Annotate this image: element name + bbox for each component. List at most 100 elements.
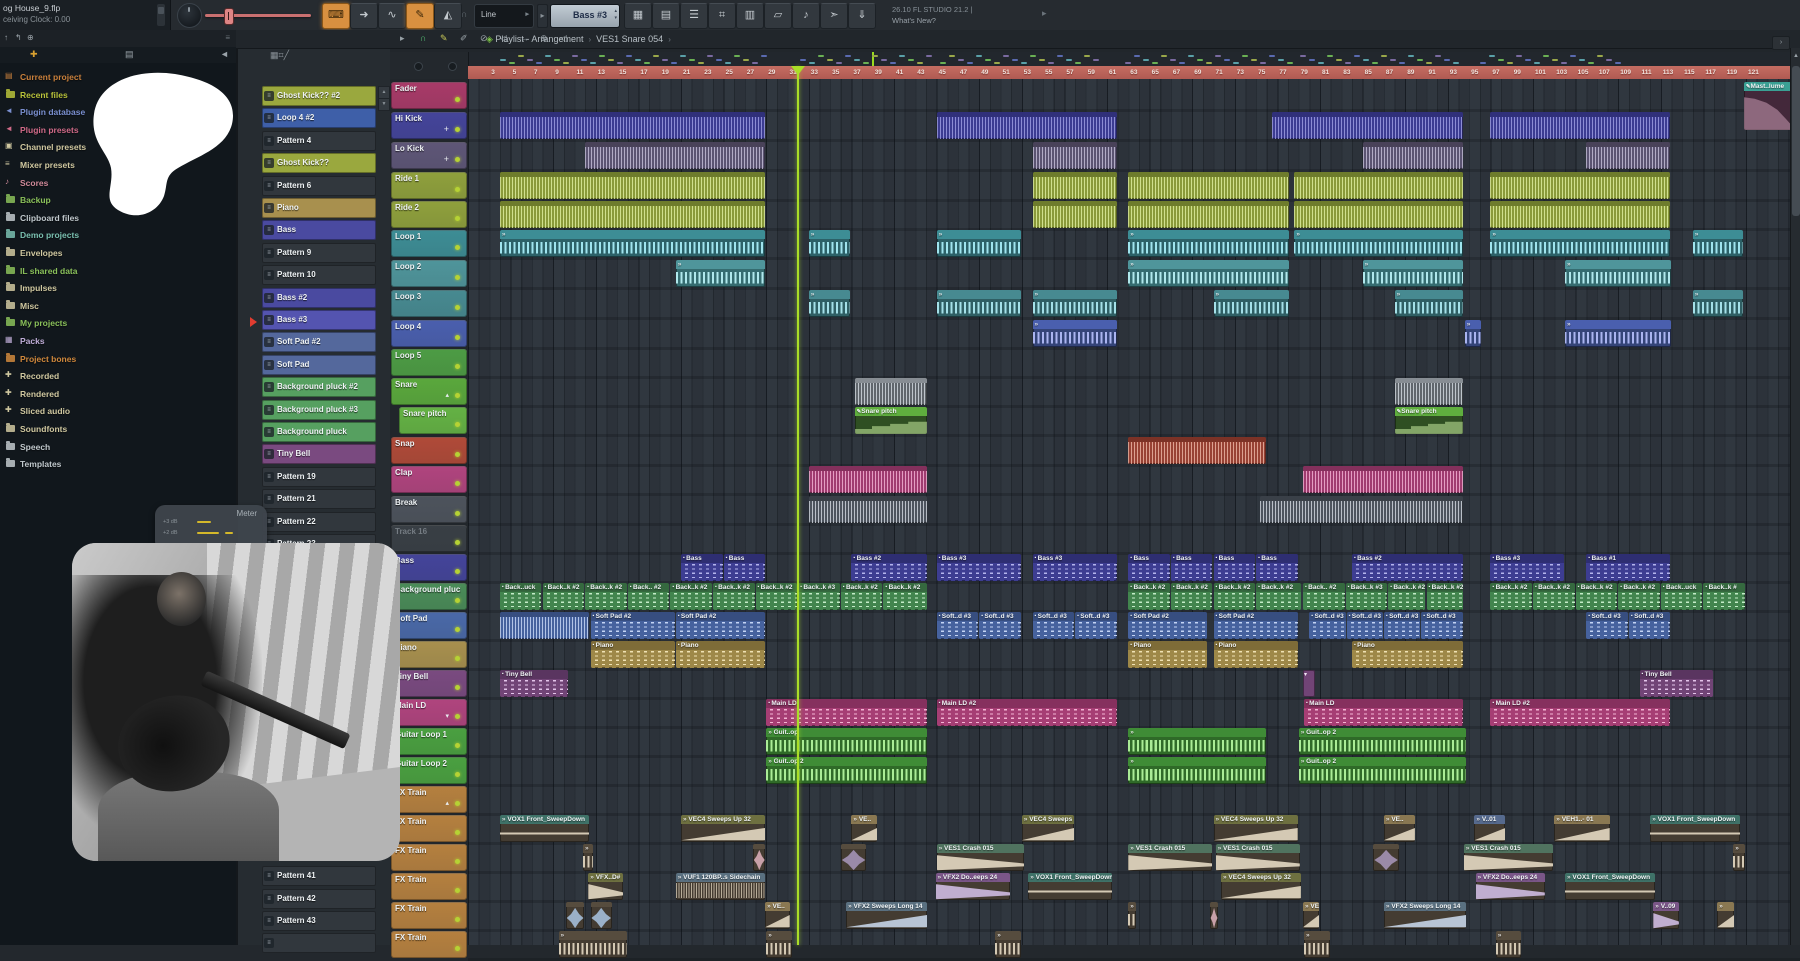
clip[interactable] bbox=[1490, 172, 1670, 199]
pattern-item[interactable]: ≡Ghost Kick?? bbox=[262, 153, 376, 173]
playhead-marker[interactable] bbox=[791, 66, 805, 75]
clip[interactable]: VOX1 Front_SweepDown bbox=[1565, 873, 1655, 900]
clip[interactable] bbox=[1260, 496, 1462, 523]
metronome-button[interactable]: ◭ bbox=[434, 3, 462, 29]
clip[interactable]: V..09 bbox=[1653, 902, 1679, 929]
clip[interactable]: VFX2 Sweeps Long 14 bbox=[1384, 902, 1466, 929]
clip[interactable]: Snare pitch bbox=[1395, 407, 1463, 434]
link-button[interactable]: ✎ bbox=[406, 3, 434, 29]
piano-roll-panel-button[interactable]: ▤ bbox=[652, 3, 680, 29]
clip[interactable]: Back..k #2 bbox=[841, 583, 883, 610]
clip[interactable]: Soft Pad #2 bbox=[591, 612, 675, 639]
add-icon[interactable]: + bbox=[444, 124, 449, 134]
clip[interactable]: VE.. bbox=[1303, 902, 1319, 929]
clip[interactable]: Bass bbox=[1171, 554, 1213, 581]
clip[interactable] bbox=[1033, 172, 1117, 199]
clip[interactable]: Main LD #2 bbox=[1490, 699, 1670, 726]
mixer-panel-button[interactable]: ⌗ bbox=[708, 3, 736, 29]
clip[interactable]: VES1 Crash 015 bbox=[1216, 844, 1300, 871]
clip[interactable] bbox=[1214, 290, 1290, 317]
track-led[interactable] bbox=[455, 627, 460, 632]
clip[interactable]: Soft..d #3 bbox=[1586, 612, 1628, 639]
pattern-mode-button[interactable]: ▸ bbox=[537, 4, 548, 28]
clip[interactable]: VFX2 Do..eeps 24 bbox=[1476, 873, 1545, 900]
collapse-icon[interactable]: ▴ bbox=[445, 391, 449, 399]
pattern-selector[interactable]: Bass #3 ▴▾ bbox=[550, 4, 620, 28]
track-led[interactable] bbox=[455, 481, 460, 486]
clip[interactable] bbox=[809, 290, 851, 317]
playback-icon[interactable]: ◁ bbox=[560, 33, 567, 44]
clip[interactable]: ▾ bbox=[1303, 670, 1315, 697]
track-header[interactable]: FX Train▴ bbox=[391, 786, 467, 813]
pattern-item[interactable]: ≡Pattern 10 bbox=[262, 265, 376, 285]
track-led[interactable] bbox=[455, 772, 460, 777]
pattern-item[interactable]: ≡Soft Pad #2 bbox=[262, 332, 376, 352]
browser-item[interactable]: Project bones bbox=[4, 352, 232, 367]
line-icon[interactable]: ╱ bbox=[284, 50, 289, 60]
track-header[interactable]: Ride 2 bbox=[391, 201, 467, 228]
clip[interactable]: VES1 Crash 015 bbox=[1464, 844, 1554, 871]
clip[interactable]: Back..k #2 bbox=[1427, 583, 1463, 610]
clip[interactable]: Guit..op 2 bbox=[1299, 728, 1466, 755]
clip[interactable] bbox=[1490, 112, 1670, 139]
clip[interactable]: Piano bbox=[676, 641, 766, 668]
clip[interactable] bbox=[1693, 290, 1743, 317]
collapse-icon[interactable]: ▾ bbox=[445, 712, 449, 720]
browser-item[interactable]: ✚Rendered bbox=[4, 387, 232, 402]
pattern-item[interactable]: ≡Bass bbox=[262, 220, 376, 240]
browser-panel-button[interactable]: ▥ bbox=[736, 3, 764, 29]
mute-icon[interactable]: ◁ bbox=[500, 33, 507, 44]
clip[interactable]: Back..uck bbox=[1661, 583, 1703, 610]
paint-icon[interactable]: ✐ bbox=[460, 33, 468, 44]
clip[interactable]: VFX2 Do..eeps 24 bbox=[936, 873, 1011, 900]
clip[interactable] bbox=[1363, 260, 1463, 287]
clip[interactable]: Tiny Bell bbox=[500, 670, 568, 697]
pattern-spinner[interactable]: ▴▾ bbox=[614, 8, 617, 22]
clip[interactable]: Piano bbox=[591, 641, 675, 668]
clip[interactable]: Back..k #2 bbox=[1618, 583, 1660, 610]
browser-item[interactable]: Demo projects bbox=[4, 228, 232, 243]
clip[interactable]: Back..k #2 bbox=[1128, 583, 1170, 610]
clip[interactable] bbox=[1128, 260, 1289, 287]
track-header[interactable]: Ride 1 bbox=[391, 172, 467, 199]
clip[interactable]: Soft Pad #2 bbox=[676, 612, 766, 639]
pattern-item[interactable]: ≡Pattern 22 bbox=[262, 512, 376, 532]
clip[interactable] bbox=[753, 844, 765, 871]
clip[interactable]: Bass #3 bbox=[1490, 554, 1564, 581]
step-arrow-button[interactable]: ➜ bbox=[350, 3, 378, 29]
clip[interactable]: Back.. #2 bbox=[628, 583, 670, 610]
clip[interactable]: Guit..op 2 bbox=[766, 757, 927, 784]
clip[interactable] bbox=[1128, 757, 1266, 784]
clip[interactable]: VE.. bbox=[851, 815, 877, 842]
clip[interactable]: Piano bbox=[1214, 641, 1298, 668]
typing-keyboard-button[interactable]: ⌨ bbox=[322, 3, 350, 29]
track-header[interactable]: Loop 5 bbox=[391, 349, 467, 376]
track-led[interactable] bbox=[455, 511, 460, 516]
arrangement-overview[interactable] bbox=[468, 52, 1800, 67]
browser-item[interactable]: Speech bbox=[4, 440, 232, 455]
pattern-item[interactable]: ≡Pattern 6 bbox=[262, 176, 376, 196]
browser-item[interactable]: Envelopes bbox=[4, 246, 232, 261]
clip[interactable]: Back..k #2 bbox=[585, 583, 627, 610]
master-pitch-slider[interactable] bbox=[205, 14, 311, 17]
clip[interactable] bbox=[1033, 201, 1117, 228]
clip[interactable]: Back..k # bbox=[1703, 583, 1745, 610]
clip[interactable] bbox=[1128, 172, 1289, 199]
clip[interactable]: Back..k #2 bbox=[1490, 583, 1532, 610]
browser-item[interactable]: Misc bbox=[4, 299, 232, 314]
collapse-icon[interactable]: ▴ bbox=[445, 799, 449, 807]
clip[interactable]: Snare pitch bbox=[855, 407, 928, 434]
track-led[interactable] bbox=[455, 859, 460, 864]
clip[interactable] bbox=[855, 378, 928, 405]
track-led[interactable] bbox=[455, 452, 460, 457]
track-header[interactable]: Snare▴ bbox=[391, 378, 467, 405]
clip[interactable]: V..01 bbox=[1474, 815, 1505, 842]
clip[interactable] bbox=[1210, 902, 1218, 929]
track-header[interactable]: Guitar Loop 1 bbox=[391, 728, 467, 755]
speaker-icon[interactable]: ◄ bbox=[220, 49, 229, 59]
draw-icon[interactable]: ✎ bbox=[440, 33, 448, 44]
clip[interactable]: Piano bbox=[1128, 641, 1207, 668]
clip[interactable]: Bass bbox=[724, 554, 766, 581]
clip[interactable] bbox=[1373, 844, 1399, 871]
track-header[interactable]: Main LD▾ bbox=[391, 699, 467, 726]
